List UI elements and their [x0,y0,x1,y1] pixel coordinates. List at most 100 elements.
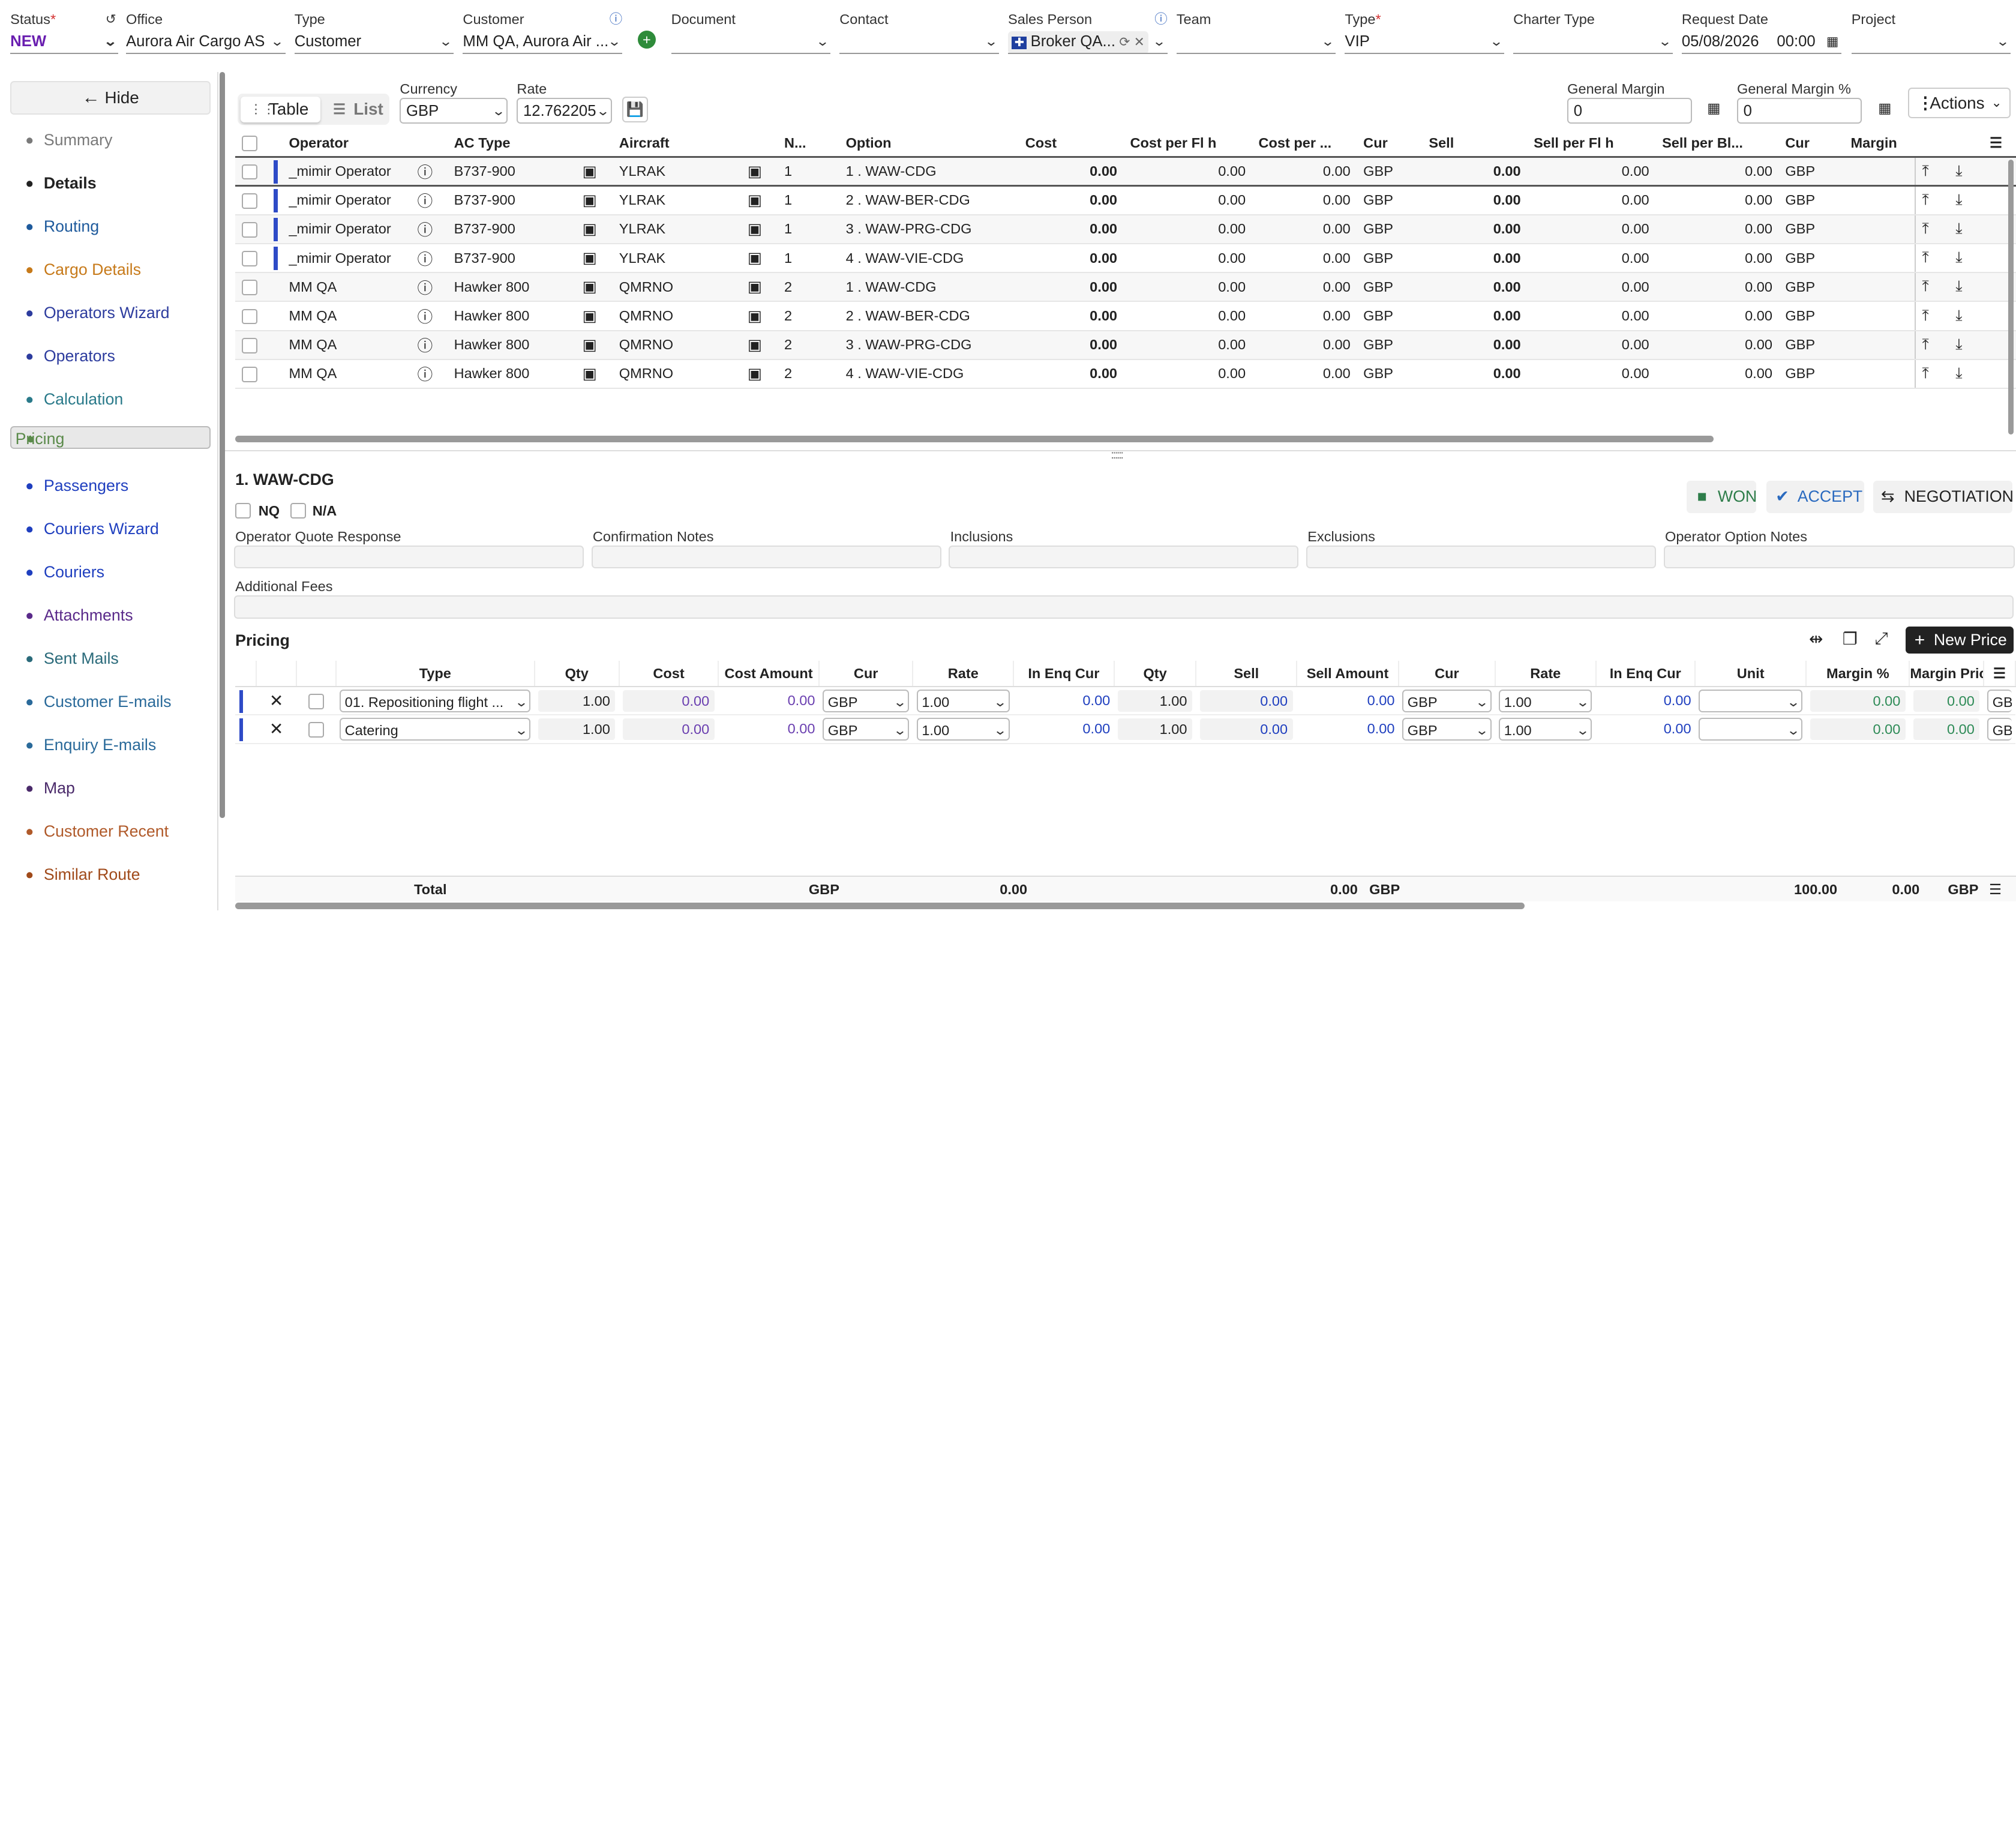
download-icon[interactable]: ⤓ [1949,155,1984,187]
close-icon[interactable]: ✕ [256,715,296,744]
close-icon[interactable]: ✕ [1134,35,1145,49]
save-rate-button[interactable]: 💾 [622,96,648,122]
image-icon[interactable]: ▣ [575,155,613,187]
image-icon[interactable]: ▣ [741,272,778,302]
image-icon[interactable]: ▣ [575,272,613,302]
pcol-sell-amount[interactable]: Sell Amount [1297,661,1399,688]
pcol-sell[interactable]: Sell [1196,661,1298,688]
col-operator[interactable]: Operator [282,130,448,158]
unit-select[interactable]: ⌄ [1699,689,1802,713]
option-field-input[interactable] [949,545,1299,569]
pcol-in-enq-cur2[interactable]: In Enq Cur [1595,661,1696,688]
column-settings-icon[interactable]: ☰ [1990,135,2002,151]
sidebar-item-details[interactable]: ● Details [10,167,211,200]
table-row[interactable]: MM QA ⓘ Hawker 800 ▣ QMRNO ▣ 2 1 . WAW-CDG 0.00 0… [235,272,2016,302]
new-price-button[interactable]: + New Price [1905,626,2014,654]
sidebar-item-summary[interactable]: ● Summary [10,124,211,157]
col-aircraft[interactable]: Aircraft [613,130,778,158]
sidebar-item-couriers[interactable]: ● Couriers [10,556,211,589]
rate2-select[interactable]: 1.00 ⌄ [1499,717,1592,741]
sidebar-item-pricing[interactable]: ● Pricing [10,425,211,449]
download-icon[interactable]: ⤓ [1949,214,1984,245]
info-icon[interactable]: ⓘ [410,301,448,331]
row-checkbox[interactable] [241,280,257,296]
filter-input[interactable]: ⌄ [1851,29,2011,54]
option-field-input[interactable] [234,545,584,569]
download-icon[interactable]: ⤓ [1949,185,1984,215]
sales-person-chip[interactable]: ✚ Broker QA... ⟳ ✕ [1008,31,1149,53]
move-top-icon[interactable]: ⤒ [1915,155,1949,187]
pcol-type[interactable]: Type [335,661,535,688]
column-settings-icon[interactable]: ☰ [1989,877,2002,903]
splitter-handle-icon[interactable]: :::::: [1111,449,1123,462]
refresh-icon[interactable]: ⟳ [1119,35,1130,49]
pcol-in-enq-cur[interactable]: In Enq Cur [1013,661,1115,688]
move-top-icon[interactable]: ⤒ [1915,272,1949,302]
col-cost-per-blh[interactable]: Cost per ... [1252,130,1357,158]
row-checkbox[interactable] [241,367,257,382]
unit-select[interactable]: ⌄ [1699,717,1802,741]
download-icon[interactable]: ⤓ [1949,359,1984,389]
qty2-input[interactable]: 1.00 [1118,690,1193,712]
sidebar-item-operators[interactable]: ● Operators [10,340,211,373]
row-checkbox[interactable] [241,193,257,209]
history-icon[interactable]: ↺ [106,10,116,28]
info-icon[interactable]: ⓘ [410,155,448,187]
filter-input[interactable]: VIP ⌄ [1345,29,1505,54]
calendar-icon[interactable]: ▦ [1826,29,1838,53]
pcol-cost[interactable]: Cost [619,661,719,688]
calculator-icon[interactable]: ▦ [1701,96,1727,122]
qty-input[interactable]: 1.00 [538,718,616,741]
rate-select[interactable]: 1.00 ⌄ [916,689,1010,713]
pcol-unit[interactable]: Unit [1695,661,1807,688]
move-top-icon[interactable]: ⤒ [1915,330,1949,360]
table-row[interactable]: ✕ 01. Repositioning flight ... ⌄ 1.00 0.00 0.… [235,687,2015,716]
grid-horizontal-scrollbar[interactable] [235,436,1714,443]
sidebar-item-couriers-wizard[interactable]: ● Couriers Wizard [10,513,211,546]
sidebar-item-routing[interactable]: ● Routing [10,210,211,244]
image-icon[interactable]: ▣ [575,244,613,274]
filter-input[interactable]: ⌄ [671,29,831,54]
sell-input[interactable]: 0.00 [1199,718,1293,741]
pcol-margin-price[interactable]: Margin Price [1909,661,1984,688]
row-checkbox[interactable] [308,722,324,738]
pcol-rate[interactable]: Rate [913,661,1015,688]
info-icon[interactable]: ⓘ [1154,10,1167,28]
type-select[interactable]: Catering ⌄ [340,717,531,741]
filter-input[interactable]: ✚ Broker QA... ⟳ ✕ ⌄ [1008,29,1168,54]
qty2-input[interactable]: 1.00 [1118,718,1193,741]
option-field-input[interactable] [1306,545,1656,569]
col-cost[interactable]: Cost [1019,130,1124,158]
pcol-qty2[interactable]: Qty [1114,661,1197,688]
row-checkbox[interactable] [241,251,257,266]
split-icon[interactable]: ⇹ [1809,629,1823,649]
cost-input[interactable]: 0.00 [623,718,715,741]
calculator-icon[interactable]: ▦ [1872,96,1898,122]
info-icon[interactable]: ⓘ [410,244,448,274]
image-icon[interactable]: ▣ [741,330,778,360]
margin-price-input[interactable]: 0.00 [1913,690,1980,712]
filter-input[interactable]: Aurora Air Cargo AS ⌄ [126,29,286,54]
accept-button[interactable]: ✔ ACCEPT [1766,481,1865,513]
option-field-input[interactable] [1663,545,2015,569]
margin-pct-input[interactable]: 0.00 [1810,690,1906,712]
column-settings-icon[interactable]: ☰ [1993,666,2006,681]
image-icon[interactable]: ▣ [741,359,778,389]
copy-icon[interactable]: ❐ [1843,629,1858,649]
sell-input[interactable]: 0.00 [1199,690,1293,712]
info-icon[interactable]: ⓘ [410,214,448,245]
cur-select[interactable]: GBP ⌄ [823,689,910,713]
download-icon[interactable]: ⤓ [1949,330,1984,360]
cur2-select[interactable]: GBP ⌄ [1402,717,1492,741]
info-icon[interactable]: ⓘ [410,359,448,389]
type-select[interactable]: 01. Repositioning flight ... ⌄ [340,689,531,713]
sidebar-item-customer-recent[interactable]: ● Customer Recent [10,815,211,849]
nq-checkbox[interactable] [235,502,251,519]
filter-input[interactable]: ⌄ [1176,29,1336,54]
move-top-icon[interactable]: ⤒ [1915,301,1949,331]
col-sell-per-flh[interactable]: Sell per Fl h [1527,130,1656,158]
filter-input[interactable]: ⌄ [1513,29,1673,54]
won-button[interactable]: ■ WON [1687,481,1757,513]
filter-input[interactable]: Customer ⌄ [294,29,454,54]
col-ac-type[interactable]: AC Type [447,130,613,158]
